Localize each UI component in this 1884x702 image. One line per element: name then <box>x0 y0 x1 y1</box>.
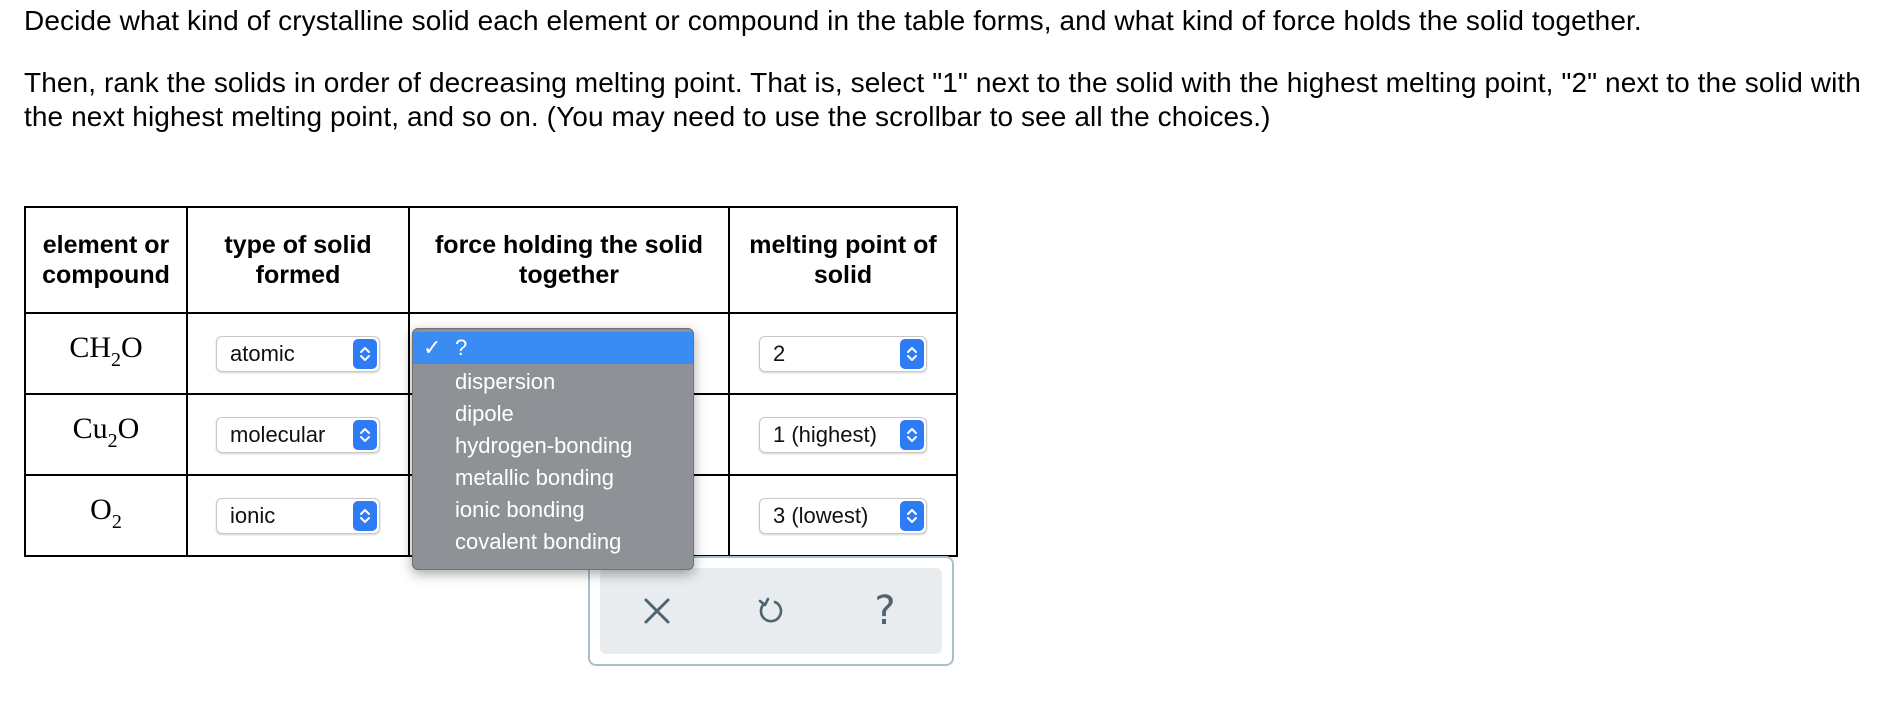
select-value: 3 (lowest) <box>773 502 869 528</box>
dropdown-option-metallic-bonding[interactable]: metallic bonding <box>413 462 693 494</box>
type-of-solid-select[interactable]: atomic <box>216 335 380 372</box>
type-cell: molecular <box>186 393 410 476</box>
dropdown-option-dipole[interactable]: dipole <box>413 398 693 430</box>
type-cell: atomic <box>186 312 410 395</box>
select-value: 2 <box>773 340 786 366</box>
select-value: atomic <box>230 340 295 366</box>
chevron-updown-icon <box>900 419 924 450</box>
chevron-updown-icon <box>353 338 377 369</box>
help-glyph: ? <box>874 588 896 634</box>
checkmark-icon: ✓ <box>423 335 442 360</box>
close-icon[interactable] <box>627 581 687 641</box>
answer-toolbar: ? <box>588 556 954 666</box>
select-value: ionic <box>230 502 276 528</box>
dropdown-option-dispersion[interactable]: dispersion <box>413 366 693 398</box>
force-dropdown-popup[interactable]: ✓ ? dispersion dipole hydrogen-bonding m… <box>412 328 694 570</box>
header-force: force holding the solid together <box>408 206 730 314</box>
header-melting-point: melting point of solid <box>728 206 958 314</box>
instructions-line-1: Decide what kind of crystalline solid ea… <box>24 5 1642 36</box>
formula-cell: O2 <box>24 474 188 557</box>
melting-point-select[interactable]: 3 (lowest) <box>759 497 927 534</box>
dropdown-option-covalent-bonding[interactable]: covalent bonding <box>413 526 693 558</box>
type-cell: ionic <box>186 474 410 557</box>
chevron-updown-icon <box>900 338 924 369</box>
melting-point-select[interactable]: 2 <box>759 335 927 372</box>
select-value: 1 (highest) <box>773 421 877 447</box>
select-value: molecular <box>230 421 326 447</box>
header-element-or-compound: element or compound <box>24 206 188 314</box>
formula-o2: O2 <box>90 492 122 533</box>
undo-icon[interactable] <box>741 581 801 641</box>
header-type-of-solid: type of solid formed <box>186 206 410 314</box>
formula-cell: Cu2O <box>24 393 188 476</box>
formula-ch2o: CH2O <box>69 330 143 371</box>
melting-point-select[interactable]: 1 (highest) <box>759 416 927 453</box>
dropdown-option-hydrogen-bonding[interactable]: hydrogen-bonding <box>413 430 693 462</box>
dropdown-option-label: ? <box>455 335 468 360</box>
formula-cell: CH2O <box>24 312 188 395</box>
melting-point-cell: 1 (highest) <box>728 393 958 476</box>
instructions-line-2: Then, rank the solids in order of decrea… <box>24 67 1861 132</box>
type-of-solid-select[interactable]: molecular <box>216 416 380 453</box>
type-of-solid-select[interactable]: ionic <box>216 497 380 534</box>
table-header-row: element or compound type of solid formed… <box>24 206 958 314</box>
toolbar-inner: ? <box>600 568 942 654</box>
chevron-updown-icon <box>900 500 924 531</box>
chevron-updown-icon <box>353 500 377 531</box>
melting-point-cell: 3 (lowest) <box>728 474 958 557</box>
melting-point-cell: 2 <box>728 312 958 395</box>
chevron-updown-icon <box>353 419 377 450</box>
formula-cu2o: Cu2O <box>72 411 140 452</box>
help-icon[interactable]: ? <box>855 581 915 641</box>
dropdown-option-selected[interactable]: ✓ ? <box>413 332 693 364</box>
dropdown-option-ionic-bonding[interactable]: ionic bonding <box>413 494 693 526</box>
